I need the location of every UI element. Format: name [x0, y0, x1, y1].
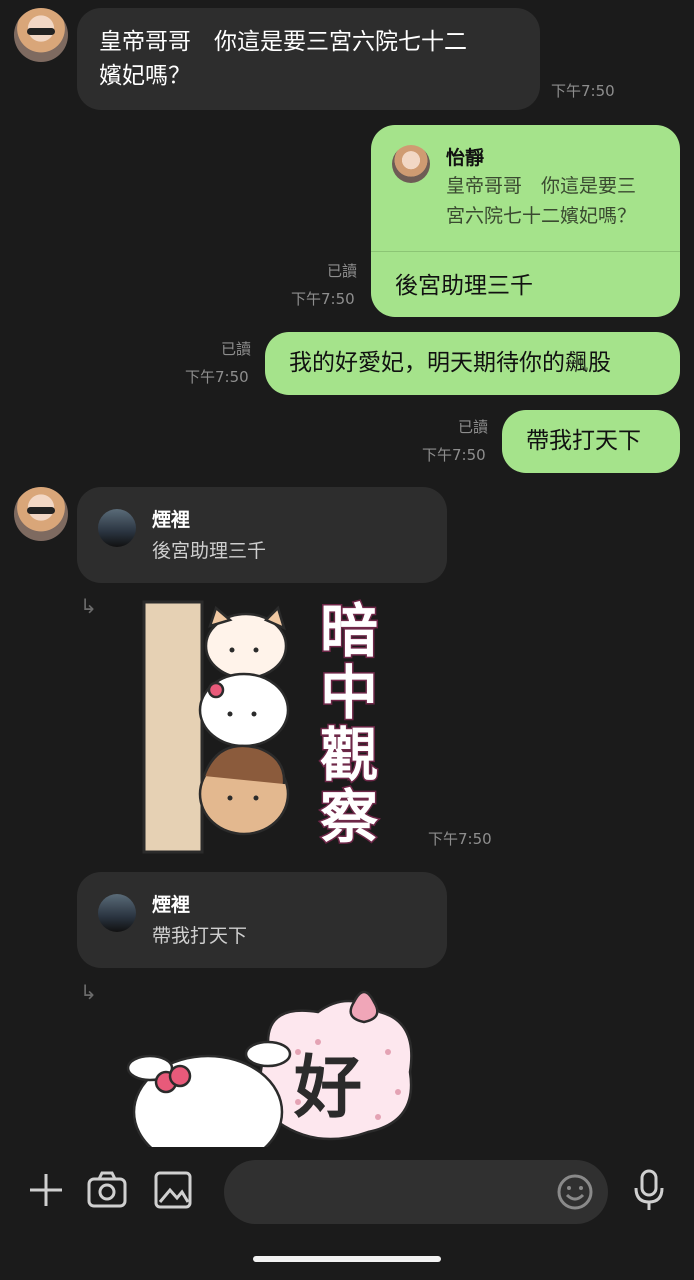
outgoing-reply-bubble[interactable]: 怡靜 皇帝哥哥 你這是要三 宮六院七十二嬪妃嗎？ 後宮助理三千 [371, 125, 680, 317]
message-text: 帶我打天下 [526, 428, 641, 454]
emoji-icon[interactable] [556, 1173, 594, 1211]
contact-avatar[interactable] [14, 8, 68, 62]
read-receipt: 已讀 [221, 340, 252, 358]
sticker-image[interactable]: 暗中觀察 [138, 598, 398, 856]
outgoing-message-bubble[interactable]: 我的好愛妃，明天期待你的飆股 [265, 332, 680, 395]
camera-icon[interactable] [86, 1170, 128, 1210]
sticker-image[interactable]: 好 [118, 982, 418, 1147]
message-time: 下午7:50 [422, 446, 486, 464]
read-receipt: 已讀 [327, 262, 358, 280]
microphone-icon[interactable] [632, 1168, 666, 1212]
contact-avatar[interactable] [14, 487, 68, 541]
reply-arrow-icon: ↳ [80, 980, 97, 1004]
incoming-reply-bubble[interactable]: 煙裡 帶我打天下 [77, 872, 447, 968]
message-time: 下午7:50 [551, 82, 615, 100]
message-text: 皇帝哥哥 你這是要三宮六院七十二 嬪妃嗎？ [99, 29, 467, 89]
reply-sender-name: 煙裡 [152, 894, 191, 916]
reply-avatar [98, 509, 136, 547]
message-text: 後宮助理三千 [395, 273, 533, 299]
home-indicator[interactable] [253, 1256, 441, 1262]
reply-sender-name: 煙裡 [152, 509, 191, 531]
reply-arrow-icon: ↳ [80, 594, 97, 618]
sticker-caption: 暗中觀察 [318, 597, 379, 851]
outgoing-message-bubble[interactable]: 帶我打天下 [502, 410, 680, 473]
plus-icon[interactable] [26, 1170, 66, 1210]
reply-sender-name: 怡靜 [446, 147, 485, 169]
reply-quoted-text: 皇帝哥哥 你這是要三 宮六院七十二嬪妃嗎？ [446, 175, 637, 227]
incoming-message-bubble[interactable]: 皇帝哥哥 你這是要三宮六院七十二 嬪妃嗎？ [77, 8, 540, 110]
message-time: 下午7:50 [291, 290, 355, 308]
reply-divider [371, 251, 680, 252]
incoming-reply-bubble[interactable]: 煙裡 後宮助理三千 [77, 487, 447, 583]
message-text: 我的好愛妃，明天期待你的飆股 [289, 350, 611, 376]
reply-quoted-text: 後宮助理三千 [152, 540, 267, 562]
message-time: 下午7:50 [428, 830, 492, 848]
message-time: 下午7:50 [185, 368, 249, 386]
sticker-caption: 好 [294, 1049, 363, 1128]
reply-avatar [392, 145, 430, 183]
read-receipt: 已讀 [458, 418, 489, 436]
reply-quoted-text: 帶我打天下 [152, 925, 248, 947]
message-input[interactable] [224, 1160, 608, 1224]
image-icon[interactable] [153, 1170, 195, 1210]
reply-avatar [98, 894, 136, 932]
